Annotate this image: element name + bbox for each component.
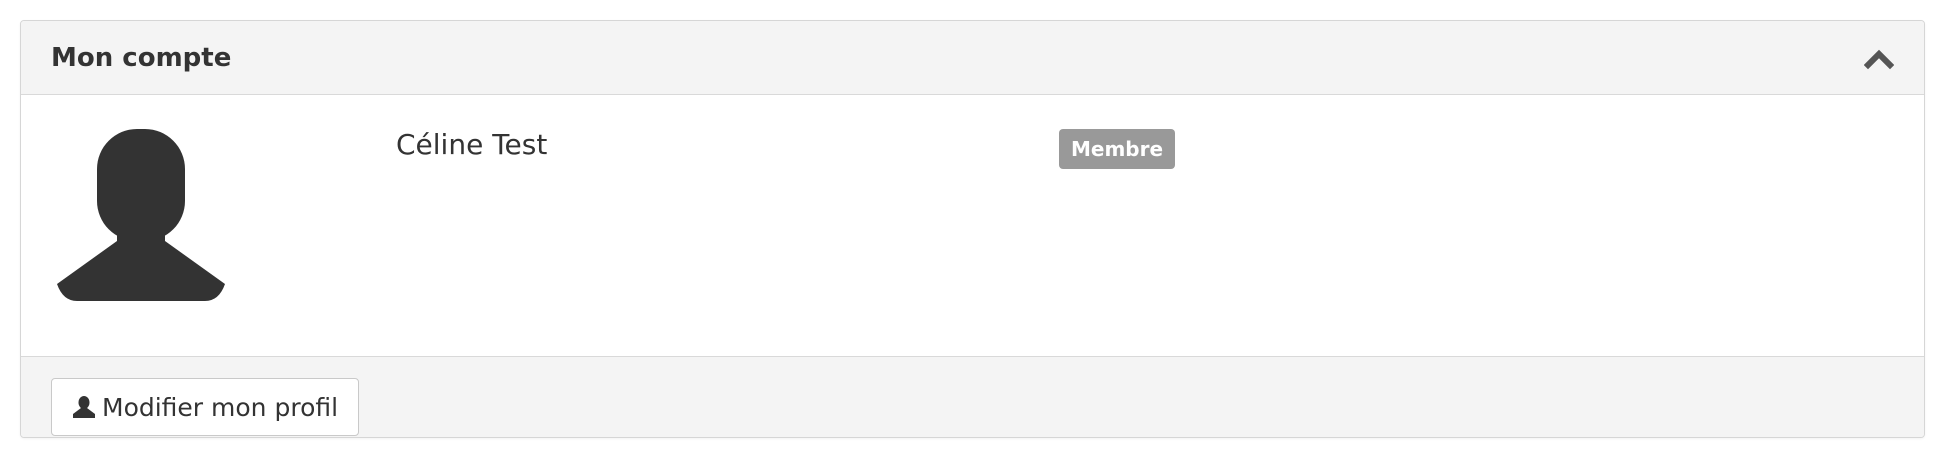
avatar bbox=[55, 129, 227, 301]
edit-profile-button[interactable]: Modifier mon profil bbox=[51, 378, 360, 436]
panel-title: Mon compte bbox=[51, 43, 232, 73]
account-panel: Mon compte Céline Test Membre Modifier m… bbox=[20, 20, 1925, 438]
panel-footer: Modifier mon profil bbox=[21, 356, 1924, 437]
user-icon bbox=[72, 395, 96, 419]
role-badge: Membre bbox=[1059, 129, 1176, 169]
edit-profile-label: Modifier mon profil bbox=[102, 392, 339, 422]
user-name: Céline Test bbox=[396, 128, 548, 161]
user-silhouette-icon bbox=[57, 129, 225, 301]
chevron-up-icon[interactable] bbox=[1863, 46, 1895, 70]
panel-body: Céline Test Membre bbox=[21, 95, 1924, 358]
panel-heading: Mon compte bbox=[21, 21, 1924, 95]
